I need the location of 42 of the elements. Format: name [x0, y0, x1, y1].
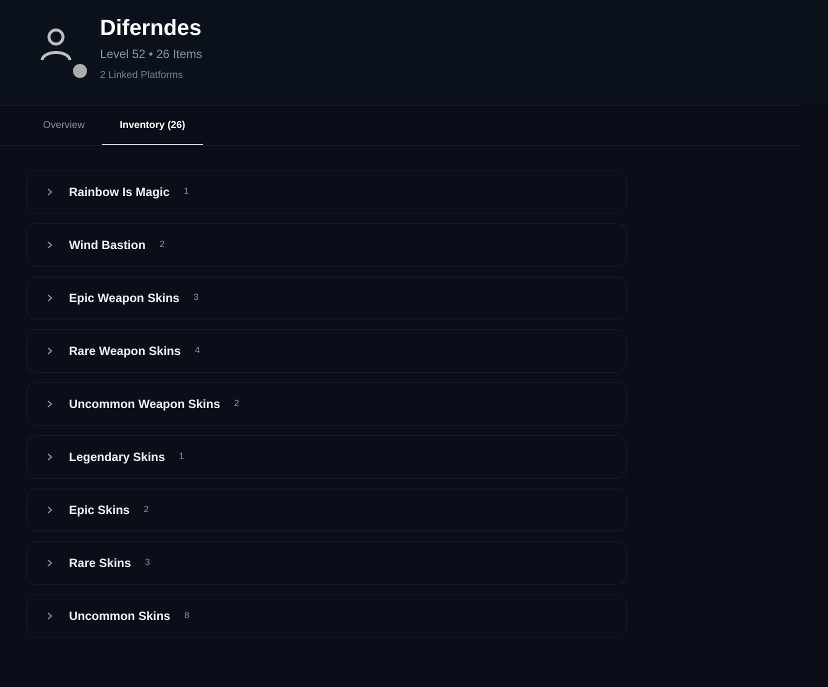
category-row[interactable]: Wind Bastion 2 [26, 223, 627, 267]
item-count: 1 [184, 185, 189, 198]
tab[interactable]: Overview [26, 106, 102, 145]
category-name: Rare Weapon Skins [69, 343, 181, 360]
chevron-icon [47, 559, 53, 567]
item-count: 3 [193, 291, 198, 304]
profile-name: Diferndes [100, 14, 202, 42]
category-name: Epic Skins [69, 502, 130, 519]
chevron-icon [47, 453, 53, 461]
chevron-icon [47, 241, 53, 249]
category-name: Uncommon Skins [69, 608, 170, 625]
category-name: Uncommon Weapon Skins [69, 396, 220, 413]
item-count: 2 [144, 503, 149, 516]
category-row[interactable]: Legendary Skins 1 [26, 435, 627, 479]
category-name: Rare Skins [69, 555, 132, 572]
item-count: 2 [160, 238, 165, 252]
chevron-icon [47, 400, 53, 408]
category-name: Rainbow Is Magic [69, 184, 170, 201]
linked-platforms: 2 Linked Platforms [100, 69, 184, 83]
chevron-icon [47, 294, 53, 302]
category-row[interactable]: Epic Skins 2 [26, 488, 627, 532]
item-count: 2 [234, 397, 240, 410]
user-icon [40, 28, 72, 62]
chevron-icon [47, 612, 53, 620]
category-row[interactable]: Rare Skins 3 [26, 541, 627, 585]
category-name: Epic Weapon Skins [69, 290, 180, 307]
category-row[interactable]: Epic Weapon Skins 3 [26, 276, 627, 320]
chevron-icon [47, 347, 53, 355]
item-count: 4 [194, 344, 200, 358]
chevron-icon [47, 506, 53, 514]
category-row[interactable]: Uncommon Weapon Skins 2 [26, 382, 627, 426]
item-count: 8 [184, 609, 190, 622]
chevron-icon [47, 188, 53, 196]
category-name: Legendary Skins [69, 449, 166, 466]
category-row[interactable]: Rare Weapon Skins 4 [26, 329, 627, 373]
profile-stats: Level 52 • 26 Items [100, 46, 202, 63]
category-name: Wind Bastion [69, 237, 146, 254]
item-count: 3 [145, 556, 150, 570]
category-row[interactable]: Rainbow Is Magic 1 [26, 170, 627, 214]
category-row[interactable]: Uncommon Skins 8 [26, 594, 627, 638]
item-count: 1 [179, 450, 184, 464]
tab[interactable]: Inventory (26) [102, 106, 204, 145]
